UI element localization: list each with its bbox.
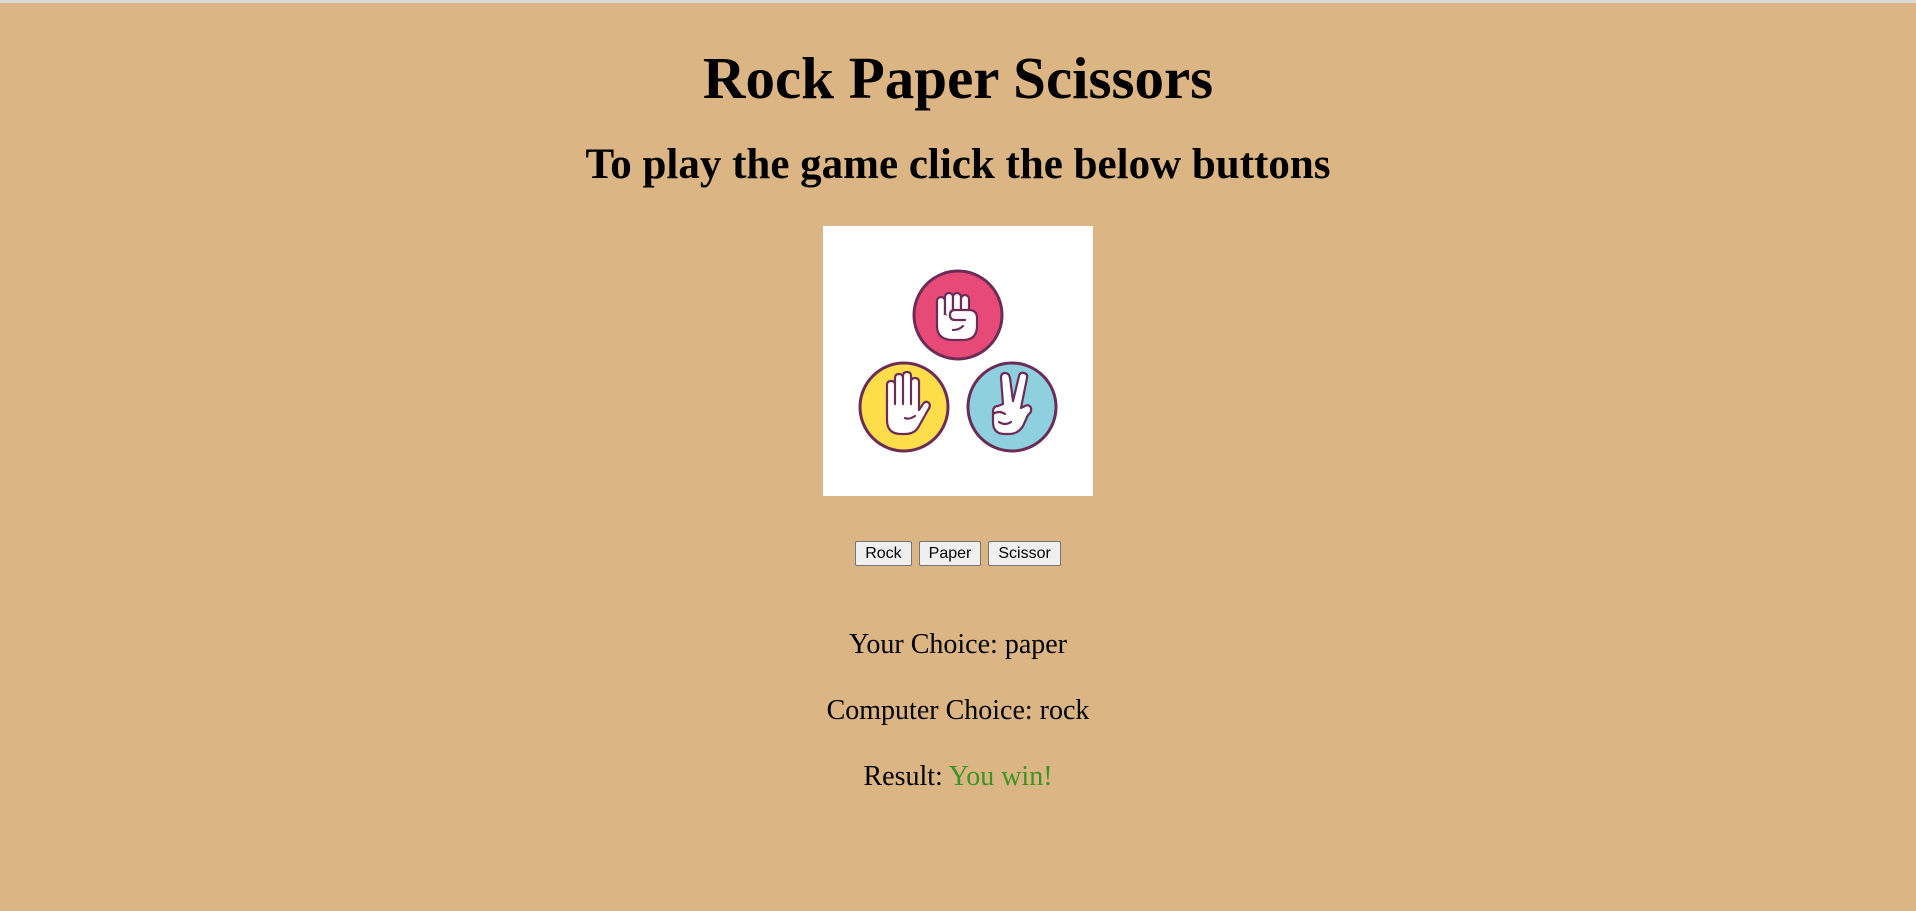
- result-value: You win!: [948, 761, 1053, 792]
- page-title: Rock Paper Scissors: [702, 45, 1214, 111]
- rps-illustration: [823, 226, 1093, 496]
- rock-button[interactable]: Rock: [855, 541, 912, 566]
- result-label: Result:: [863, 761, 943, 792]
- rock-hand-icon: [912, 269, 1004, 361]
- your-choice-label: Your Choice:: [848, 629, 998, 660]
- scissors-hand-icon: [966, 361, 1058, 453]
- scissor-button[interactable]: Scissor: [988, 541, 1061, 566]
- your-choice-line: Your Choice: paper: [0, 628, 1916, 661]
- page-subtitle: To play the game click the below buttons: [585, 141, 1331, 188]
- results-panel: Your Choice: paper Computer Choice: rock…: [0, 628, 1916, 793]
- choice-buttons: Rock Paper Scissor: [0, 541, 1916, 566]
- computer-choice-label: Computer Choice:: [826, 695, 1033, 726]
- your-choice-value: paper: [1004, 629, 1068, 660]
- paper-hand-icon: [858, 361, 950, 453]
- computer-choice-line: Computer Choice: rock: [0, 694, 1916, 727]
- result-line: Result: You win!: [0, 760, 1916, 793]
- paper-button[interactable]: Paper: [918, 541, 982, 566]
- computer-choice-value: rock: [1039, 695, 1090, 726]
